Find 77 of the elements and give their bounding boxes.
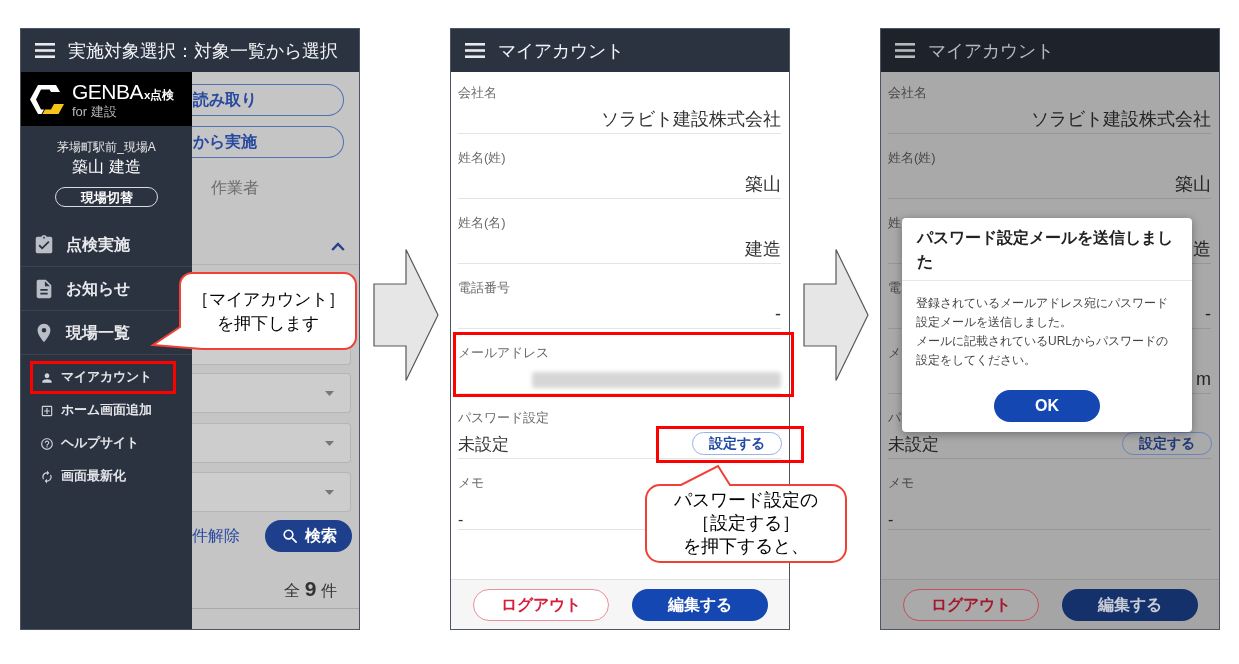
field-value: 造: [1193, 238, 1211, 261]
field-label: 電話番号: [458, 279, 510, 297]
field-value: ソラビト建設株式会社: [1031, 108, 1211, 131]
field-label: メ: [888, 344, 901, 362]
field-label: 姓: [888, 214, 901, 232]
user-name: 築山 建造: [72, 157, 141, 177]
field-value: 築山: [745, 173, 781, 196]
field-label: メールアドレス: [458, 344, 549, 362]
field-value: 建造: [745, 238, 781, 261]
dropdown-field[interactable]: [192, 472, 351, 512]
brand-suffix: x点検: [144, 88, 175, 102]
result-count: 全 9 件: [284, 577, 337, 602]
outline-button[interactable]: 設定する: [692, 432, 782, 455]
caret-down-icon: [325, 440, 334, 446]
menu-item[interactable]: お知らせ: [33, 276, 130, 301]
callout-text: ［マイアカウント］: [191, 289, 345, 310]
help-icon: [40, 436, 54, 451]
ok-button[interactable]: OK: [994, 390, 1100, 422]
caret-down-icon: [325, 489, 334, 495]
caret-down-icon: [325, 390, 334, 396]
field-value: 未設定: [888, 433, 939, 456]
menu-item[interactable]: ヘルプサイト: [30, 427, 176, 460]
header-title: マイアカウント: [928, 39, 1054, 63]
site-name: 茅場町駅前_現場A: [57, 139, 156, 156]
brand-tagline: for 建設: [72, 103, 118, 119]
logo-icon: [30, 84, 64, 114]
menu-item[interactable]: 点検実施: [33, 232, 130, 257]
right-arrow-icon: [803, 248, 869, 382]
dialog-title: パスワード設定メールを送信しました: [917, 228, 1174, 272]
menu-icon[interactable]: [465, 43, 485, 58]
callout-text: を押下すると、: [683, 535, 809, 558]
field-label: 姓名(姓): [458, 149, 506, 167]
dropdown-field[interactable]: [192, 423, 351, 463]
worker-label: 作業者: [211, 178, 259, 198]
refresh-icon: [40, 469, 54, 484]
field-label: 姓名(名): [458, 214, 506, 232]
field-value: -: [1205, 303, 1211, 326]
menu-item[interactable]: 現場一覧: [33, 320, 130, 345]
field-label: 姓名(姓): [888, 149, 936, 167]
search-button[interactable]: 検索: [265, 520, 352, 552]
callout-text: パスワード設定の: [674, 489, 818, 512]
field-label: メモ: [458, 474, 484, 492]
menu-item[interactable]: 画面最新化: [30, 460, 176, 493]
field-value: -: [888, 510, 894, 530]
field-label: パスワード設定: [458, 409, 549, 427]
field-value: ソラビト建設株式会社: [601, 108, 781, 131]
field-value: m: [1196, 368, 1211, 391]
field-label: 会社名: [888, 84, 927, 102]
outline-button[interactable]: 設定する: [1122, 432, 1212, 455]
field-value: 未設定: [458, 433, 509, 456]
search-icon: [280, 526, 300, 546]
field-label: メモ: [888, 474, 914, 492]
clipboard-check-icon: [33, 233, 55, 256]
right-arrow-icon: [373, 248, 439, 382]
field-value: -: [458, 510, 464, 530]
menu-item[interactable]: ホーム画面追加: [30, 394, 176, 427]
edit-button[interactable]: 編集する: [631, 588, 768, 621]
menu-icon[interactable]: [895, 43, 915, 58]
callout-text: を押下します: [217, 313, 319, 334]
menu-item[interactable]: マイアカウント: [30, 361, 176, 394]
field-label: パ: [888, 409, 901, 427]
field-value: 築山: [1175, 173, 1211, 196]
callout-text: ［設定する］: [692, 512, 800, 535]
dialog-text: メールに記載されているURLからパスワードの設定をしてください。: [916, 333, 1169, 369]
field-value: -: [775, 303, 781, 326]
field-label: 電: [888, 279, 901, 297]
header-title: マイアカウント: [498, 39, 624, 63]
brand-name: GENBA: [72, 79, 144, 104]
chevron-up-icon[interactable]: [331, 241, 345, 251]
field-label: 会社名: [458, 84, 497, 102]
logout-button[interactable]: ログアウト: [472, 588, 609, 621]
dropdown-field[interactable]: [192, 373, 351, 413]
menu-icon[interactable]: [35, 43, 55, 58]
header-title: 実施対象選択：対象一覧から選択: [68, 39, 338, 63]
dialog-text: 登録されているメールアドレス宛にパスワード設定メールを送信しました。: [916, 295, 1169, 331]
edit-button[interactable]: 編集する: [1061, 588, 1198, 621]
clear-link[interactable]: 件解除: [192, 525, 240, 547]
